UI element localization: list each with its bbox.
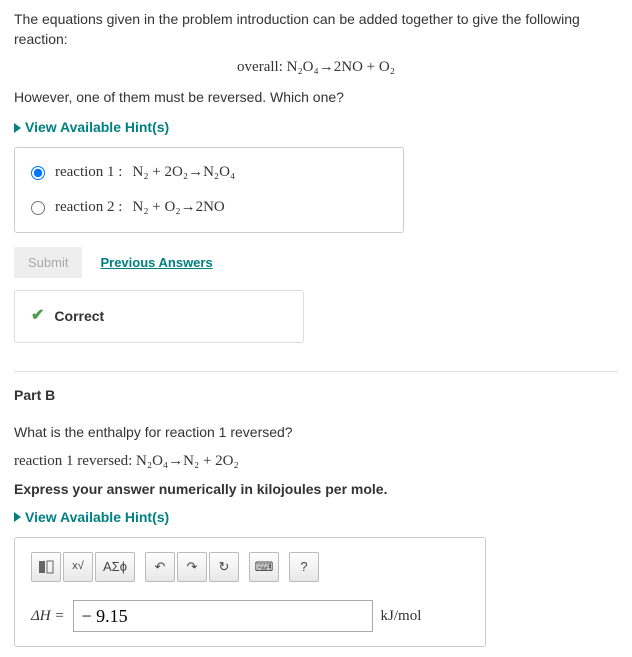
choice-2-eq: N₂ + O₂→2NO [132,197,224,218]
check-icon: ✔ [31,305,44,327]
choice-1[interactable]: reaction 1 : N₂ + 2O₂→N₂O₄ [31,162,387,183]
templates-button[interactable]: x√ [63,552,93,582]
feedback-text: Correct [54,307,104,327]
format-icon [38,559,54,575]
rxn-rev-eq: N₂O₄→N₂ + 2O₂ [136,453,239,469]
undo-icon: ↶ [155,558,166,576]
choice-2-radio[interactable] [31,201,45,215]
greek-icon: ΑΣϕ [103,558,127,576]
part-b-title: Part B [14,386,618,406]
express-instruction: Express your answer numerically in kiloj… [14,480,618,500]
submit-button[interactable]: Submit [14,247,82,278]
choice-2[interactable]: reaction 2 : N₂ + O₂→2NO [31,197,387,218]
undo-button[interactable]: ↶ [145,552,175,582]
reset-button[interactable]: ↻ [209,552,239,582]
view-hints-link-a[interactable]: View Available Hint(s) [14,118,618,138]
keyboard-icon: ⌨ [255,558,274,576]
equation-toolbar: x√ ΑΣϕ ↶ ↷ ↻ ⌨ ? [31,552,469,582]
previous-answers-link[interactable]: Previous Answers [100,254,212,272]
unit-label: kJ/mol [381,606,422,627]
reaction-reversed: reaction 1 reversed: N₂O₄→N₂ + 2O₂ [14,451,618,472]
format-button[interactable] [31,552,61,582]
feedback-box: ✔ Correct [14,290,304,342]
hints-label: View Available Hint(s) [25,118,169,138]
help-button[interactable]: ? [289,552,319,582]
overall-equation: overall: N₂O₄→2NO + O₂ [14,57,618,78]
action-row: Submit Previous Answers [14,247,618,278]
chevron-right-icon [14,123,21,133]
greek-button[interactable]: ΑΣϕ [95,552,135,582]
redo-icon: ↷ [187,558,198,576]
reset-icon: ↻ [219,558,230,576]
chevron-right-icon [14,512,21,522]
answer-input[interactable] [73,600,373,632]
choice-1-label: reaction 1 : [55,162,122,183]
hints-label-b: View Available Hint(s) [25,508,169,528]
rxn-rev-label: reaction 1 reversed: [14,453,132,469]
answer-line: ΔH = kJ/mol [31,600,469,632]
followup-text: However, one of them must be reversed. W… [14,88,618,108]
overall-eq-formula: N₂O₄→2NO + O₂ [287,59,395,75]
answer-shell: x√ ΑΣϕ ↶ ↷ ↻ ⌨ ? ΔH = [14,537,486,647]
view-hints-link-b[interactable]: View Available Hint(s) [14,508,618,528]
overall-label: overall: [237,59,283,75]
sqrt-icon: x√ [72,559,84,574]
choice-box: reaction 1 : N₂ + 2O₂→N₂O₄ reaction 2 : … [14,147,404,233]
choice-1-radio[interactable] [31,166,45,180]
intro-text: The equations given in the problem intro… [14,10,618,49]
keyboard-button[interactable]: ⌨ [249,552,279,582]
help-icon: ? [300,558,307,576]
redo-button[interactable]: ↷ [177,552,207,582]
part-b-question: What is the enthalpy for reaction 1 reve… [14,423,618,443]
part-b-section: Part B What is the enthalpy for reaction… [14,371,618,647]
choice-2-label: reaction 2 : [55,197,122,218]
delta-h-label: ΔH = [31,606,65,627]
choice-1-eq: N₂ + 2O₂→N₂O₄ [132,162,235,183]
